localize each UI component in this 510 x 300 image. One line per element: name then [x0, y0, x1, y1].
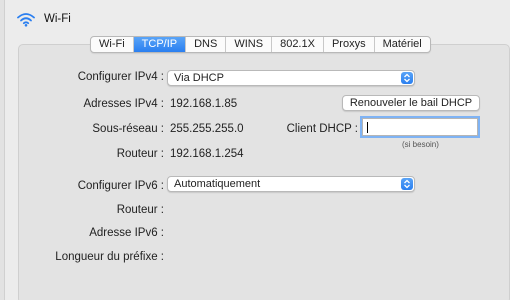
configure-ipv6-label: Configurer IPv6 :	[77, 180, 164, 192]
configure-ipv4-label: Configurer IPv4 :	[77, 71, 164, 83]
header: Wi-Fi	[16, 9, 71, 29]
client-dhcp-hint: (si besoin)	[402, 140, 439, 149]
configure-ipv6-value: Automatiquement	[174, 178, 261, 190]
text-caret	[367, 122, 368, 133]
ipv6-address-label: Adresse IPv6 :	[89, 227, 164, 239]
tab-materiel[interactable]: Matériel	[375, 37, 430, 52]
renew-dhcp-button[interactable]: Renouveler le bail DHCP	[342, 95, 480, 111]
wifi-icon	[16, 12, 36, 27]
ipv4-address-value: 192.168.1.85	[170, 98, 238, 110]
sidebar-edge	[0, 0, 5, 300]
chevron-updown-icon	[401, 178, 413, 190]
router-ipv4-label: Routeur :	[116, 148, 164, 160]
configure-ipv4-value: Via DHCP	[174, 72, 224, 84]
tab-wins[interactable]: WINS	[226, 37, 273, 52]
subnet-label: Sous-réseau :	[92, 123, 164, 135]
prefix-length-label: Longueur du préfixe :	[55, 251, 164, 263]
tab-8021x[interactable]: 802.1X	[272, 37, 324, 52]
configure-ipv6-select[interactable]: Automatiquement	[167, 176, 415, 192]
tab-proxys[interactable]: Proxys	[324, 37, 375, 52]
tab-tcpip[interactable]: TCP/IP	[133, 37, 187, 52]
subnet-value: 255.255.255.0	[170, 123, 244, 135]
client-dhcp-field[interactable]	[362, 118, 478, 136]
tab-dns[interactable]: DNS	[186, 37, 227, 52]
router-ipv6-label: Routeur :	[116, 204, 164, 216]
chevron-updown-icon	[401, 72, 413, 84]
tab-bar: Wi-Fi TCP/IP DNS WINS 802.1X Proxys Maté…	[90, 36, 431, 53]
ipv4-address-label: Adresses IPv4 :	[83, 98, 164, 110]
client-dhcp-label: Client DHCP :	[286, 123, 358, 135]
configure-ipv4-select[interactable]: Via DHCP	[167, 70, 415, 86]
router-ipv4-value: 192.168.1.254	[170, 148, 244, 160]
interface-title: Wi-Fi	[44, 13, 71, 25]
tab-wifi[interactable]: Wi-Fi	[91, 37, 134, 52]
